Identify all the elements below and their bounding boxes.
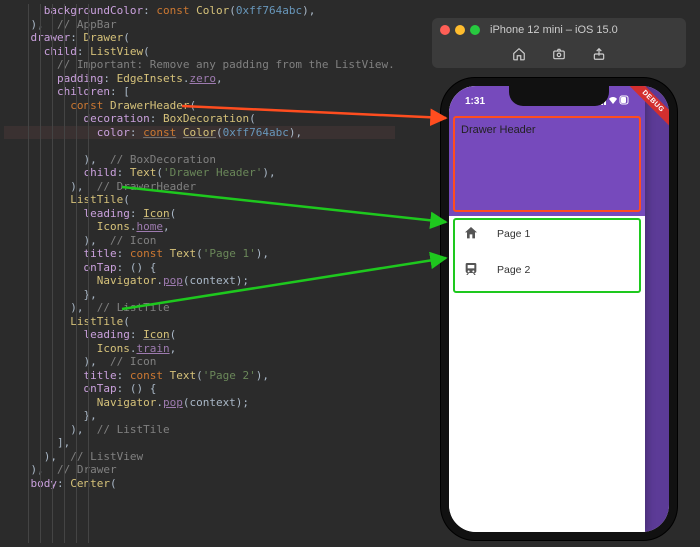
code-editor[interactable]: backgroundColor: const Color(0xff764abc)… [0, 0, 420, 547]
window-traffic-lights[interactable] [440, 25, 480, 35]
simulator-toolbar [432, 42, 686, 68]
status-time: 1:31 [465, 96, 485, 107]
close-icon[interactable] [440, 25, 450, 35]
annotation-header-outline [453, 116, 641, 212]
share-icon[interactable] [592, 47, 606, 64]
annotation-tiles-outline [453, 218, 641, 293]
phone-notch [509, 86, 609, 106]
zoom-icon[interactable] [470, 25, 480, 35]
simulator-window: iPhone 12 mini – iOS 15.0 DEBUG 1:31 [432, 18, 686, 540]
app-background-strip [645, 86, 669, 532]
simulator-title: iPhone 12 mini – iOS 15.0 [490, 24, 618, 36]
navigation-drawer: Drawer Header Page 1 Page 2 [449, 86, 645, 532]
phone-screen[interactable]: DEBUG 1:31 Drawer Header Page 1 [449, 86, 669, 532]
screenshot-icon[interactable] [552, 47, 566, 64]
phone-frame: DEBUG 1:31 Drawer Header Page 1 [441, 78, 677, 540]
simulator-titlebar[interactable]: iPhone 12 mini – iOS 15.0 [432, 18, 686, 42]
home-icon[interactable] [512, 47, 526, 64]
minimize-icon[interactable] [455, 25, 465, 35]
code-block[interactable]: backgroundColor: const Color(0xff764abc)… [4, 4, 395, 490]
